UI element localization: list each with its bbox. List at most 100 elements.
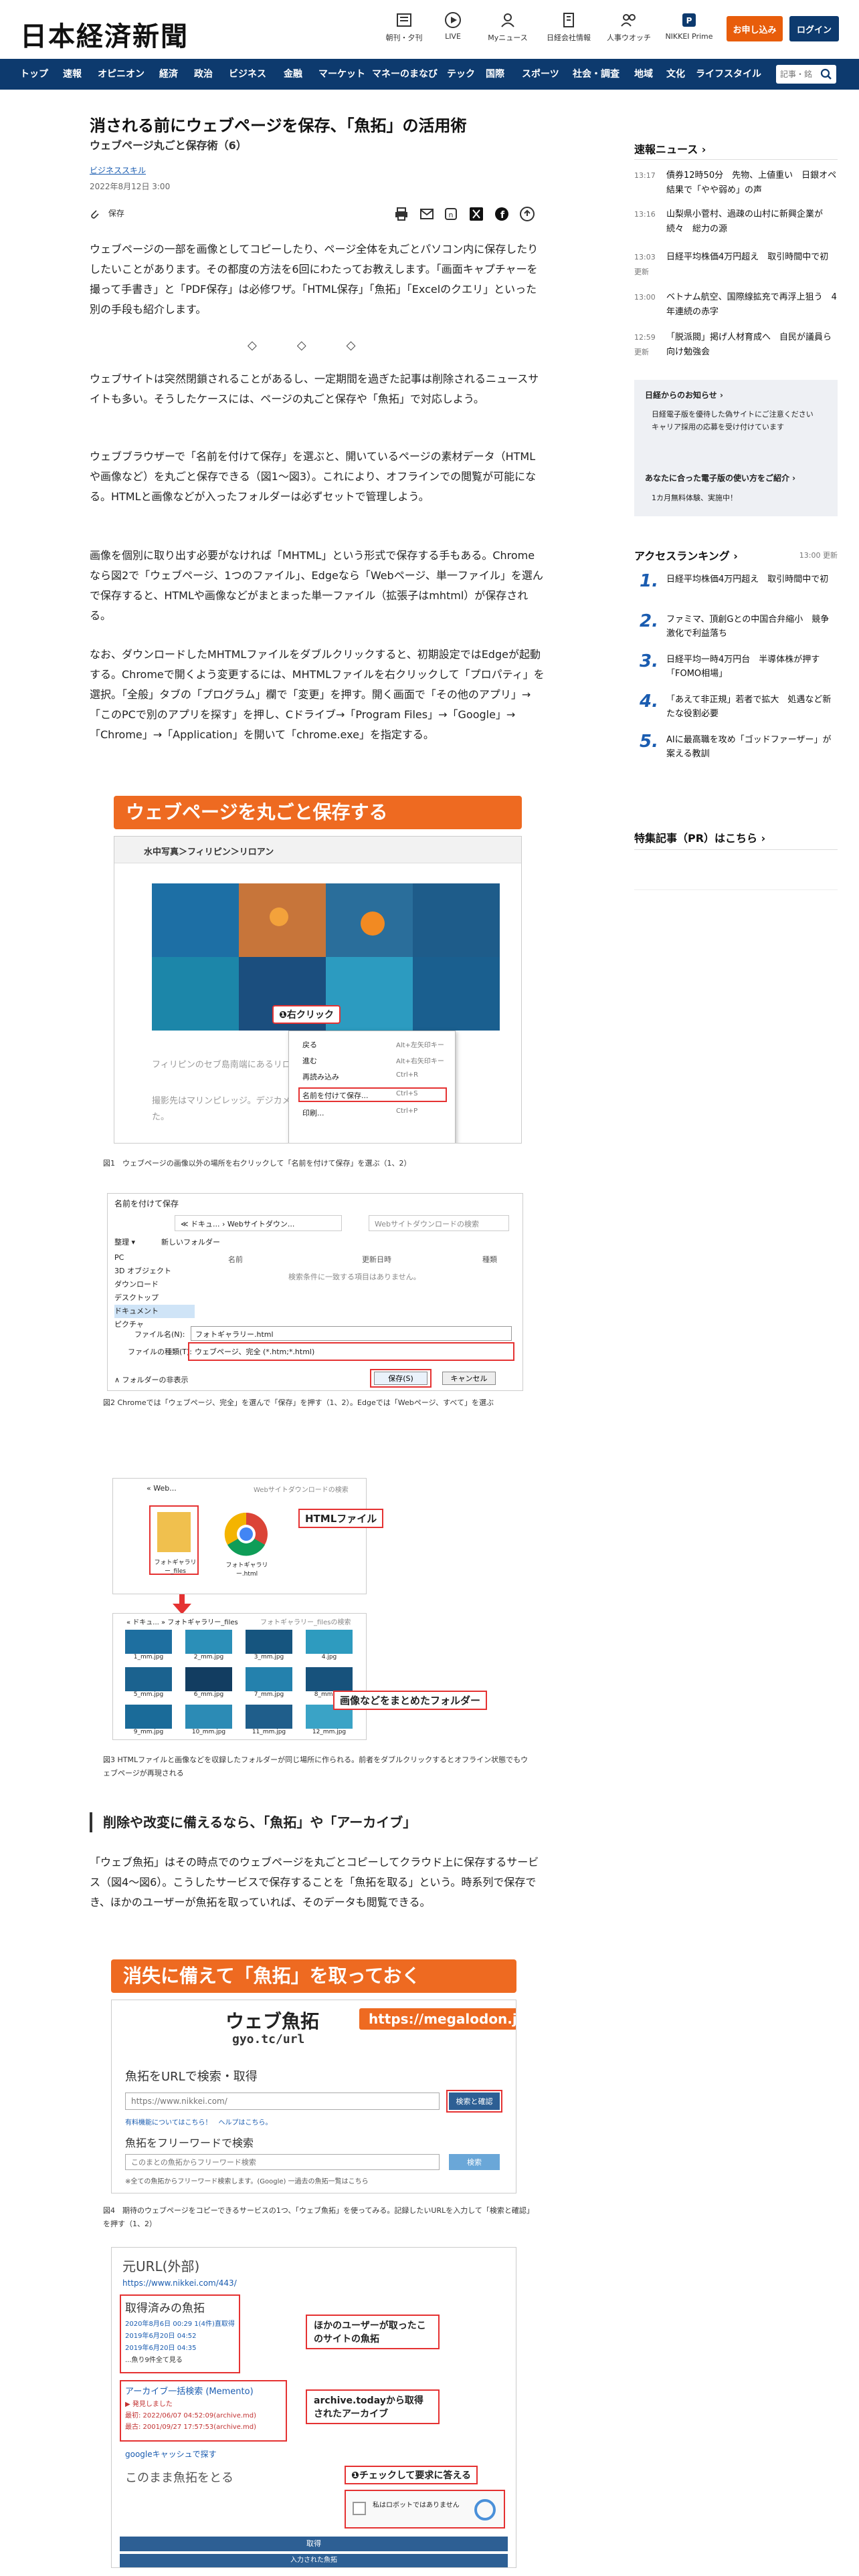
fig1-caption: 図1 ウェブページの画像以外の場所を右クリックして「名前を付けて保存」を選ぶ（1… — [103, 1159, 411, 1168]
mail-icon[interactable] — [419, 206, 435, 222]
util-mynews[interactable]: Myニュース — [484, 11, 531, 51]
gyotaku-url-input[interactable] — [125, 2092, 440, 2110]
thumbnail-image — [185, 1667, 232, 1691]
section-divider: ◇◇◇ — [248, 338, 396, 352]
save-button[interactable]: 保存 — [90, 207, 124, 219]
search-input[interactable] — [780, 68, 818, 81]
thumbnail-item[interactable]: 4.jpg — [306, 1630, 353, 1663]
nav-keizai[interactable]: 経済 — [159, 59, 178, 90]
ranking-item[interactable]: 4. 「あえて非正規」若者で拡大 処遇など新たな役割必要 — [634, 691, 838, 726]
nav-kinyu[interactable]: 金融 — [284, 59, 302, 90]
figure-3-bottom: « ドキュ... » フォトギャラリー_files フォトギャラリー_files… — [112, 1613, 367, 1740]
util-jinji[interactable]: 人事ウオッチ — [603, 11, 654, 51]
captcha-checkbox[interactable] — [353, 2502, 366, 2515]
thumbnail-item[interactable]: 6_mm.jpg — [185, 1667, 232, 1701]
save-as-menu-item[interactable]: 名前を付けて保存... — [302, 1090, 369, 1101]
folder-icon[interactable] — [157, 1512, 191, 1552]
get-gyotaku-button[interactable]: 取得 — [120, 2537, 508, 2551]
chrome-icon[interactable] — [223, 1511, 270, 1558]
util-live[interactable]: LIVE — [436, 11, 470, 51]
breaking-news-title[interactable]: 速報ニュース › — [634, 140, 838, 156]
print-icon[interactable] — [393, 206, 409, 222]
ranking-item[interactable]: 3. 日経平均一時4万円台 半導体株が押す「FOMO相場」 — [634, 651, 838, 686]
login-button[interactable]: ログイン — [789, 16, 839, 41]
nav-chiiki[interactable]: 地域 — [634, 59, 653, 90]
fig3-caption: 図3 HTMLファイルと画像などを収録したフォルダーが同じ場所に作られる。前者を… — [103, 1755, 529, 1778]
share-icon[interactable] — [519, 206, 535, 222]
nav-kokusai[interactable]: 国際 — [486, 59, 504, 90]
facebook-icon[interactable]: f — [494, 206, 510, 222]
util-prime[interactable]: P NIKKEI Prime — [661, 11, 717, 51]
nav-tech[interactable]: テック — [447, 59, 475, 90]
thumbnail-label: 12_mm.jpg — [312, 1729, 347, 1735]
dialog-save-button[interactable]: 保存(S) — [374, 1372, 427, 1385]
subscribe-button[interactable]: お申し込み — [727, 16, 783, 41]
svg-text:P: P — [686, 16, 692, 25]
news-item[interactable]: 13:00 ベトナム航空、国際線拡充で再浮上狙う 4年連続の赤字 — [634, 290, 838, 324]
thumbnail-label: 5_mm.jpg — [133, 1691, 164, 1698]
prime-icon: P — [682, 13, 696, 27]
thumbnail-item[interactable]: 2_mm.jpg — [185, 1630, 232, 1663]
others-gyotaku-label: ほかのユーザーが取ったこのサイトの魚拓 — [306, 2315, 440, 2349]
site-logo[interactable]: 日本経済新聞 — [20, 15, 189, 53]
util-paper[interactable]: 朝刊・夕刊 — [383, 11, 425, 51]
thumbnail-item[interactable]: 3_mm.jpg — [246, 1630, 292, 1663]
check-label: ❶チェックして要求に答える — [345, 2466, 478, 2484]
figure-5: 元URL(外部) https://www.nikkei.com/443/ 取得済… — [111, 2247, 516, 2568]
news-item[interactable]: 13:17 債券12時50分 先物、上値重い 日銀オペ結果で「やや弱め」の声 — [634, 169, 838, 202]
keyword-search-button[interactable]: 検索 — [449, 2154, 500, 2170]
thumbnail-image — [246, 1705, 292, 1729]
thumbnail-item[interactable]: 10_mm.jpg — [185, 1705, 232, 1738]
thumbnail-label: 1_mm.jpg — [133, 1654, 164, 1660]
play-icon — [445, 12, 461, 28]
thumbnail-item[interactable]: 7_mm.jpg — [246, 1667, 292, 1701]
ranking-time: 13:00 更新 — [799, 551, 838, 560]
nav-lifestyle[interactable]: ライフスタイル — [696, 59, 761, 90]
filename-input[interactable]: フォトギャラリー.html — [191, 1326, 512, 1341]
thumbnail-item[interactable]: 11_mm.jpg — [246, 1705, 292, 1738]
nav-money[interactable]: マネーのまなび — [372, 59, 438, 90]
people-icon — [621, 14, 636, 27]
search-icon[interactable] — [820, 68, 832, 80]
keyword-input[interactable] — [125, 2154, 440, 2170]
thumbnail-image — [306, 1667, 353, 1691]
link-icon[interactable]: n — [443, 206, 459, 222]
nav-sokuho[interactable]: 速報 — [63, 59, 82, 90]
folder-tree: PC 3D オブジェクト ダウンロード デスクトップ ドキュメント ピクチャ — [114, 1251, 195, 1338]
nav-market[interactable]: マーケット — [318, 59, 365, 90]
site-header: 日本経済新聞 朝刊・夕刊 LIVE Myニュース 日経会社情報 人事ウオッチ P… — [0, 0, 859, 59]
thumbnail-label: 4.jpg — [321, 1654, 337, 1660]
ranking-item[interactable]: 1. 日経平均株価4万円超え 取引時間中で初 — [634, 571, 838, 606]
article-tag[interactable]: ビジネススキル — [90, 165, 146, 176]
thumbnail-item[interactable]: 9_mm.jpg — [125, 1705, 172, 1738]
ranking-item[interactable]: 2. ファミマ、頂創Gとの中国合弁縮小 競争激化で利益落ち — [634, 611, 838, 646]
thumbnail-item[interactable]: 5_mm.jpg — [125, 1667, 172, 1701]
nav-search — [776, 65, 836, 84]
thumbnail-label: 7_mm.jpg — [254, 1691, 284, 1698]
fig4-caption: 図4 期待のウェブページをコピーできるサービスの1つ、「ウェブ魚拓」を使ってみる… — [103, 2206, 531, 2228]
nav-sports[interactable]: スポーツ — [522, 59, 559, 90]
nav-shakai[interactable]: 社会・調査 — [573, 59, 619, 90]
special-feature-link[interactable]: 特集記事（PR）はこちら › — [634, 829, 838, 845]
site-url-label: https://megalodon.jp/ — [359, 2008, 516, 2030]
nav-business[interactable]: ビジネス — [229, 59, 266, 90]
captcha-box: 私はロボットではありません — [345, 2490, 505, 2529]
news-item[interactable]: 13:03 更新 日経平均株価4万円超え 取引時間中で初 — [634, 250, 838, 284]
search-confirm-button[interactable]: 検索と確認 — [449, 2092, 500, 2110]
thumbnail-label: 3_mm.jpg — [254, 1654, 284, 1660]
thumbnail-image — [185, 1705, 232, 1729]
thumbnail-item[interactable]: 1_mm.jpg — [125, 1630, 172, 1663]
util-company[interactable]: 日経会社情報 — [542, 11, 595, 51]
dialog-cancel-button[interactable]: キャンセル — [442, 1372, 496, 1385]
ranking-item[interactable]: 5. AIに最高職を攻め「ゴッドファーザー」が案える教訓 — [634, 732, 838, 766]
article-subtitle: ウェブページ丸ごと保存術（6） — [90, 139, 247, 152]
x-icon[interactable] — [468, 206, 484, 222]
news-item[interactable]: 12:59 更新 「脱派閥」掲げ人材育成へ 自民が議員ら向け勉強会 — [634, 330, 838, 364]
down-arrow-icon — [173, 1594, 191, 1614]
filetype-select[interactable]: ウェブページ、完全 (*.htm;*.html) — [191, 1345, 512, 1358]
news-item[interactable]: 13:16 山梨県小菅村、過疎の山村に新興企業が続々 総力の源 — [634, 207, 838, 241]
nav-top[interactable]: トップ — [20, 59, 48, 90]
nav-opinion[interactable]: オピニオン — [98, 59, 145, 90]
nav-bunka[interactable]: 文化 — [666, 59, 685, 90]
nav-seiji[interactable]: 政治 — [194, 59, 213, 90]
